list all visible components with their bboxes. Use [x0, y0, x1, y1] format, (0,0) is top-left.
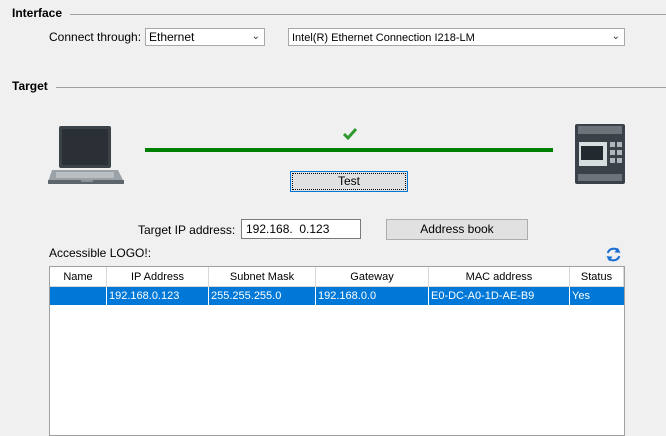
connection-type-value: Ethernet [149, 30, 195, 44]
cell-ip-address: 192.168.0.123 [107, 287, 209, 305]
chevron-down-icon: ⌄ [251, 31, 260, 42]
column-header-ip-address[interactable]: IP Address [107, 267, 209, 287]
test-button[interactable]: Test [290, 171, 408, 192]
target-ip-input[interactable] [241, 219, 361, 239]
connection-line [145, 148, 553, 152]
laptop-icon [48, 126, 124, 184]
accessible-logo-label: Accessible LOGO!: [49, 246, 152, 260]
connect-through-label: Connect through: [49, 30, 142, 44]
column-header-subnet-mask[interactable]: Subnet Mask [209, 267, 316, 287]
column-header-status[interactable]: Status [570, 267, 624, 287]
interface-section-title: Interface [12, 6, 63, 20]
cell-gateway: 192.168.0.0 [316, 287, 429, 305]
column-header-mac-address[interactable]: MAC address [429, 267, 570, 287]
chevron-down-icon: ⌄ [611, 31, 620, 42]
cell-subnet-mask: 255.255.255.0 [209, 287, 316, 305]
connection-type-dropdown[interactable]: Ethernet ⌄ [145, 28, 265, 46]
address-book-button[interactable]: Address book [386, 219, 528, 240]
target-section-title: Target [12, 79, 48, 93]
interface-divider [70, 14, 666, 15]
cell-status: Yes [572, 290, 590, 302]
refresh-icon[interactable] [605, 246, 622, 263]
network-adapter-dropdown[interactable]: Intel(R) Ethernet Connection I218-LM ⌄ [288, 28, 625, 46]
column-header-gateway[interactable]: Gateway [316, 267, 429, 287]
network-adapter-value: Intel(R) Ethernet Connection I218-LM [292, 32, 475, 44]
cell-mac-address: E0-DC-A0-1D-AE-B9 [429, 287, 570, 305]
accessible-devices-table: Name IP Address Subnet Mask Gateway MAC … [49, 266, 625, 436]
target-divider [56, 87, 666, 88]
cell-name [50, 287, 107, 305]
column-header-name[interactable]: Name [50, 267, 107, 287]
checkmark-icon [342, 128, 358, 141]
table-row[interactable]: 192.168.0.123 255.255.255.0 192.168.0.0 … [50, 287, 624, 305]
table-header: Name IP Address Subnet Mask Gateway MAC … [50, 267, 624, 287]
target-ip-label: Target IP address: [138, 223, 236, 237]
logo-module-icon [575, 124, 625, 184]
